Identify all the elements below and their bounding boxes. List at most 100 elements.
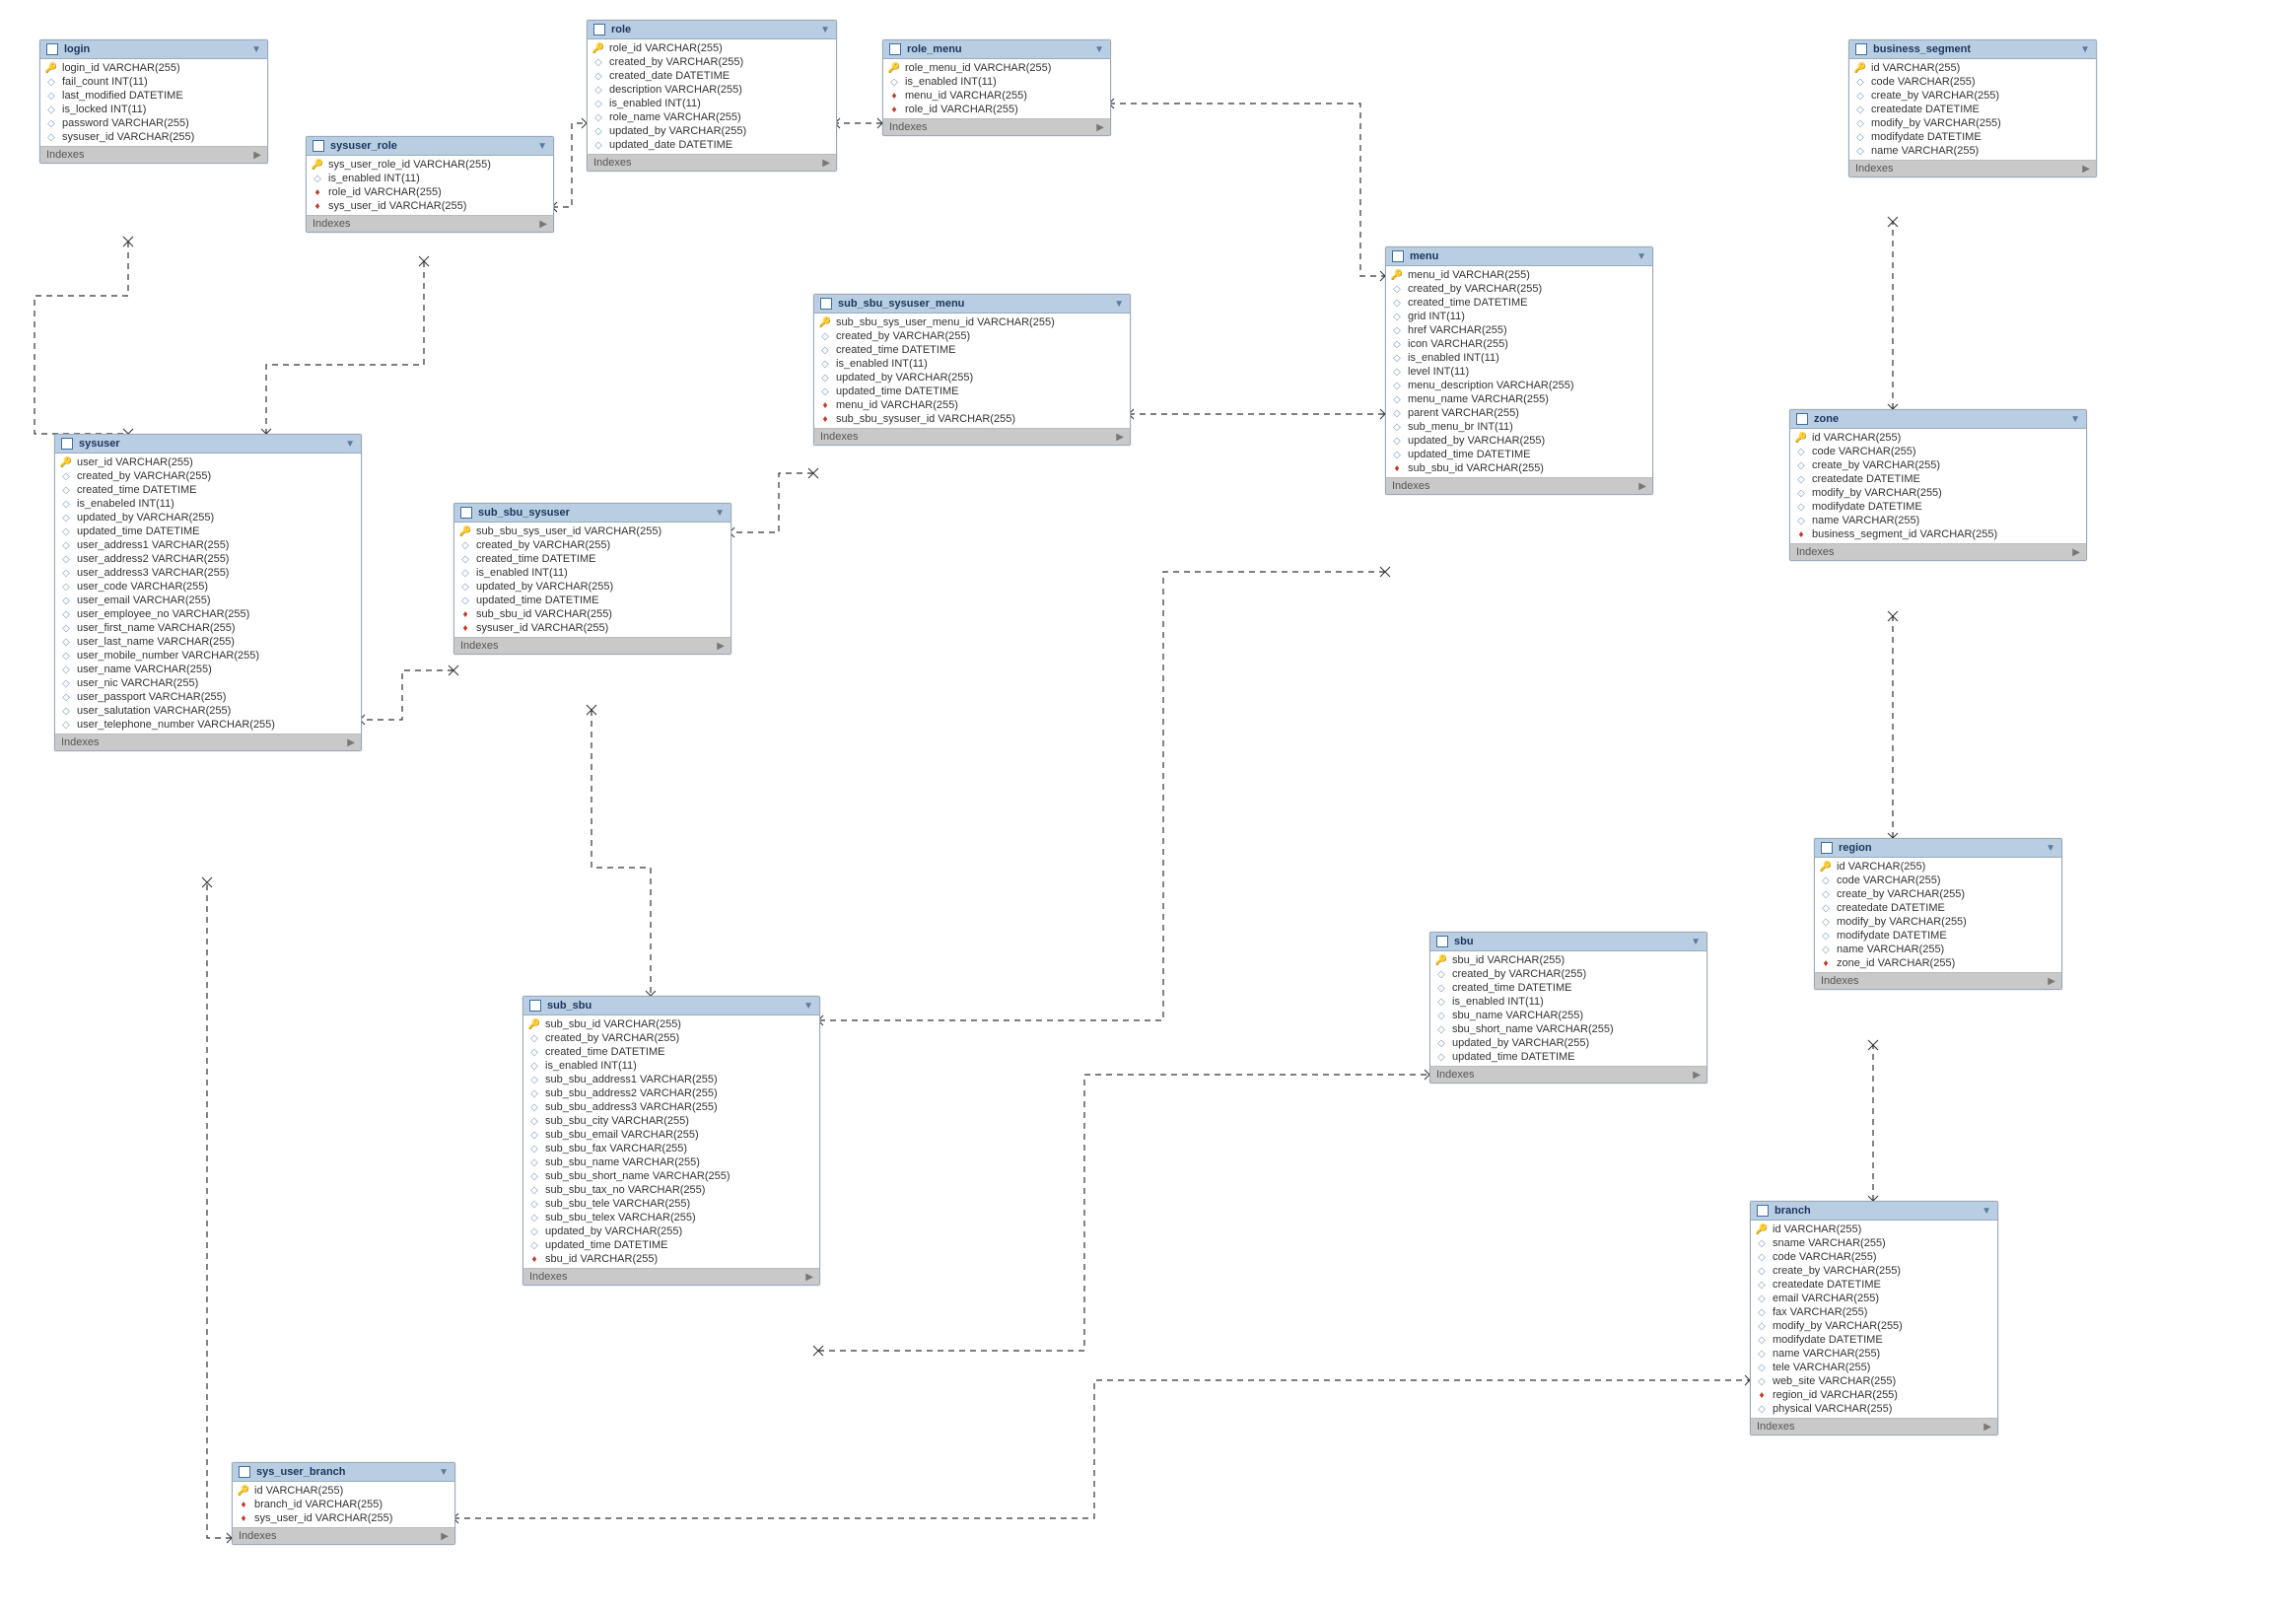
column-row[interactable]: ◇sub_sbu_short_name VARCHAR(255): [523, 1169, 819, 1183]
column-row[interactable]: ◇modify_by VARCHAR(255): [1849, 116, 2096, 130]
column-row[interactable]: ◇sname VARCHAR(255): [1751, 1236, 1997, 1250]
column-row[interactable]: ◇fail_count INT(11): [40, 75, 267, 89]
column-row[interactable]: 🔑id VARCHAR(255): [233, 1484, 454, 1498]
column-row[interactable]: ◇created_by VARCHAR(255): [454, 538, 731, 552]
table-sysuser_role[interactable]: sysuser_role▼🔑sys_user_role_id VARCHAR(2…: [306, 136, 554, 233]
column-row[interactable]: ◇sub_sbu_address1 VARCHAR(255): [523, 1073, 819, 1086]
column-row[interactable]: ◇is_enabled INT(11): [454, 566, 731, 580]
expand-icon[interactable]: ▶: [347, 737, 355, 748]
collapse-icon[interactable]: ▼: [2046, 843, 2055, 854]
column-row[interactable]: ♦sbu_id VARCHAR(255): [523, 1252, 819, 1266]
column-row[interactable]: ◇created_by VARCHAR(255): [588, 55, 836, 69]
table-sub_sbu[interactable]: sub_sbu▼🔑sub_sbu_id VARCHAR(255)◇created…: [522, 996, 820, 1286]
column-row[interactable]: 🔑user_id VARCHAR(255): [55, 455, 361, 469]
column-row[interactable]: ◇name VARCHAR(255): [1751, 1347, 1997, 1361]
column-row[interactable]: ◇updated_by VARCHAR(255): [1386, 434, 1652, 448]
indexes-section[interactable]: Indexes▶: [55, 734, 361, 750]
column-row[interactable]: ◇sub_sbu_address2 VARCHAR(255): [523, 1086, 819, 1100]
column-row[interactable]: ◇user_salutation VARCHAR(255): [55, 704, 361, 718]
table-region[interactable]: region▼🔑id VARCHAR(255)◇code VARCHAR(255…: [1814, 838, 2062, 990]
column-row[interactable]: 🔑role_id VARCHAR(255): [588, 41, 836, 55]
column-row[interactable]: ◇created_by VARCHAR(255): [55, 469, 361, 483]
column-row[interactable]: ◇modify_by VARCHAR(255): [1790, 486, 2086, 500]
column-row[interactable]: ◇updated_time DATETIME: [1430, 1050, 1706, 1064]
collapse-icon[interactable]: ▼: [715, 508, 725, 519]
column-row[interactable]: 🔑sub_sbu_sys_user_id VARCHAR(255): [454, 524, 731, 538]
column-row[interactable]: ◇is_enabled INT(11): [814, 357, 1130, 371]
column-row[interactable]: ◇updated_time DATETIME: [523, 1238, 819, 1252]
expand-icon[interactable]: ▶: [1638, 481, 1646, 492]
column-row[interactable]: 🔑menu_id VARCHAR(255): [1386, 268, 1652, 282]
column-row[interactable]: ◇email VARCHAR(255): [1751, 1292, 1997, 1305]
column-row[interactable]: ♦branch_id VARCHAR(255): [233, 1498, 454, 1511]
expand-icon[interactable]: ▶: [539, 219, 547, 230]
collapse-icon[interactable]: ▼: [345, 439, 355, 450]
column-row[interactable]: ◇fax VARCHAR(255): [1751, 1305, 1997, 1319]
expand-icon[interactable]: ▶: [1116, 432, 1124, 443]
collapse-icon[interactable]: ▼: [820, 25, 830, 35]
expand-icon[interactable]: ▶: [441, 1531, 449, 1542]
column-row[interactable]: ◇user_address2 VARCHAR(255): [55, 552, 361, 566]
column-row[interactable]: ◇is_enabeled INT(11): [55, 497, 361, 511]
expand-icon[interactable]: ▶: [2048, 976, 2055, 987]
column-row[interactable]: ◇is_enabled INT(11): [1430, 995, 1706, 1009]
column-row[interactable]: ◇icon VARCHAR(255): [1386, 337, 1652, 351]
collapse-icon[interactable]: ▼: [537, 141, 547, 152]
column-row[interactable]: ♦sysuser_id VARCHAR(255): [454, 621, 731, 635]
column-row[interactable]: ♦sub_sbu_id VARCHAR(255): [454, 607, 731, 621]
column-row[interactable]: ◇updated_time DATETIME: [55, 524, 361, 538]
indexes-section[interactable]: Indexes▶: [883, 118, 1110, 135]
column-row[interactable]: ◇sub_sbu_address3 VARCHAR(255): [523, 1100, 819, 1114]
column-row[interactable]: ◇updated_by VARCHAR(255): [523, 1224, 819, 1238]
column-row[interactable]: ♦sub_sbu_id VARCHAR(255): [1386, 461, 1652, 475]
table-sys_user_branch[interactable]: sys_user_branch▼ 🔑id VARCHAR(255)♦branch_…: [232, 1462, 455, 1545]
expand-icon[interactable]: ▶: [1983, 1422, 1991, 1433]
column-row[interactable]: ♦sys_user_id VARCHAR(255): [307, 199, 553, 213]
column-row[interactable]: ◇last_modified DATETIME: [40, 89, 267, 103]
column-row[interactable]: ◇created_by VARCHAR(255): [523, 1031, 819, 1045]
expand-icon[interactable]: ▶: [1693, 1070, 1701, 1081]
column-row[interactable]: ◇updated_time DATETIME: [814, 385, 1130, 398]
expand-icon[interactable]: ▶: [1096, 122, 1104, 133]
collapse-icon[interactable]: ▼: [1114, 299, 1124, 310]
column-row[interactable]: ◇sysuser_id VARCHAR(255): [40, 130, 267, 144]
column-row[interactable]: ◇sub_sbu_name VARCHAR(255): [523, 1155, 819, 1169]
column-row[interactable]: ◇user_employee_no VARCHAR(255): [55, 607, 361, 621]
table-sub_sbu_sysuser_menu[interactable]: sub_sbu_sysuser_menu▼🔑sub_sbu_sys_user_m…: [813, 294, 1131, 446]
table-role_menu[interactable]: role_menu▼🔑role_menu_id VARCHAR(255)◇is_…: [882, 39, 1111, 136]
table-login[interactable]: login▼🔑login_id VARCHAR(255)◇fail_count …: [39, 39, 268, 164]
column-row[interactable]: ◇code VARCHAR(255): [1815, 874, 2061, 887]
expand-icon[interactable]: ▶: [717, 641, 725, 652]
column-row[interactable]: ◇sub_sbu_fax VARCHAR(255): [523, 1142, 819, 1155]
column-row[interactable]: ◇created_time DATETIME: [1430, 981, 1706, 995]
column-row[interactable]: ◇createdate DATETIME: [1849, 103, 2096, 116]
table-header[interactable]: sysuser_role▼: [307, 137, 553, 156]
table-header[interactable]: business_segment▼: [1849, 40, 2096, 59]
table-role[interactable]: role▼🔑role_id VARCHAR(255)◇created_by VA…: [587, 20, 837, 172]
column-row[interactable]: ◇sbu_name VARCHAR(255): [1430, 1009, 1706, 1022]
column-row[interactable]: 🔑id VARCHAR(255): [1815, 860, 2061, 874]
column-row[interactable]: ◇name VARCHAR(255): [1815, 943, 2061, 956]
indexes-section[interactable]: Indexes▶: [588, 154, 836, 171]
expand-icon[interactable]: ▶: [822, 158, 830, 169]
column-row[interactable]: ◇created_by VARCHAR(255): [814, 329, 1130, 343]
column-row[interactable]: ♦sub_sbu_sysuser_id VARCHAR(255): [814, 412, 1130, 426]
column-row[interactable]: ◇modifydate DATETIME: [1790, 500, 2086, 514]
column-row[interactable]: 🔑sub_sbu_id VARCHAR(255): [523, 1017, 819, 1031]
table-header[interactable]: role_menu▼: [883, 40, 1110, 59]
column-row[interactable]: ◇sub_sbu_email VARCHAR(255): [523, 1128, 819, 1142]
column-row[interactable]: ◇code VARCHAR(255): [1790, 445, 2086, 458]
table-header[interactable]: sys_user_branch▼: [233, 1463, 454, 1482]
table-sub_sbu_sysuser[interactable]: sub_sbu_sysuser▼🔑sub_sbu_sys_user_id VAR…: [453, 503, 731, 655]
expand-icon[interactable]: ▶: [2082, 164, 2090, 175]
column-row[interactable]: ♦role_id VARCHAR(255): [307, 185, 553, 199]
indexes-section[interactable]: Indexes▶: [1790, 543, 2086, 560]
table-header[interactable]: login▼: [40, 40, 267, 59]
column-row[interactable]: ◇create_by VARCHAR(255): [1751, 1264, 1997, 1278]
indexes-section[interactable]: Indexes▶: [814, 428, 1130, 445]
column-row[interactable]: ◇user_first_name VARCHAR(255): [55, 621, 361, 635]
column-row[interactable]: ♦role_id VARCHAR(255): [883, 103, 1110, 116]
collapse-icon[interactable]: ▼: [1982, 1206, 1991, 1217]
column-row[interactable]: ◇name VARCHAR(255): [1849, 144, 2096, 158]
column-row[interactable]: ◇description VARCHAR(255): [588, 83, 836, 97]
